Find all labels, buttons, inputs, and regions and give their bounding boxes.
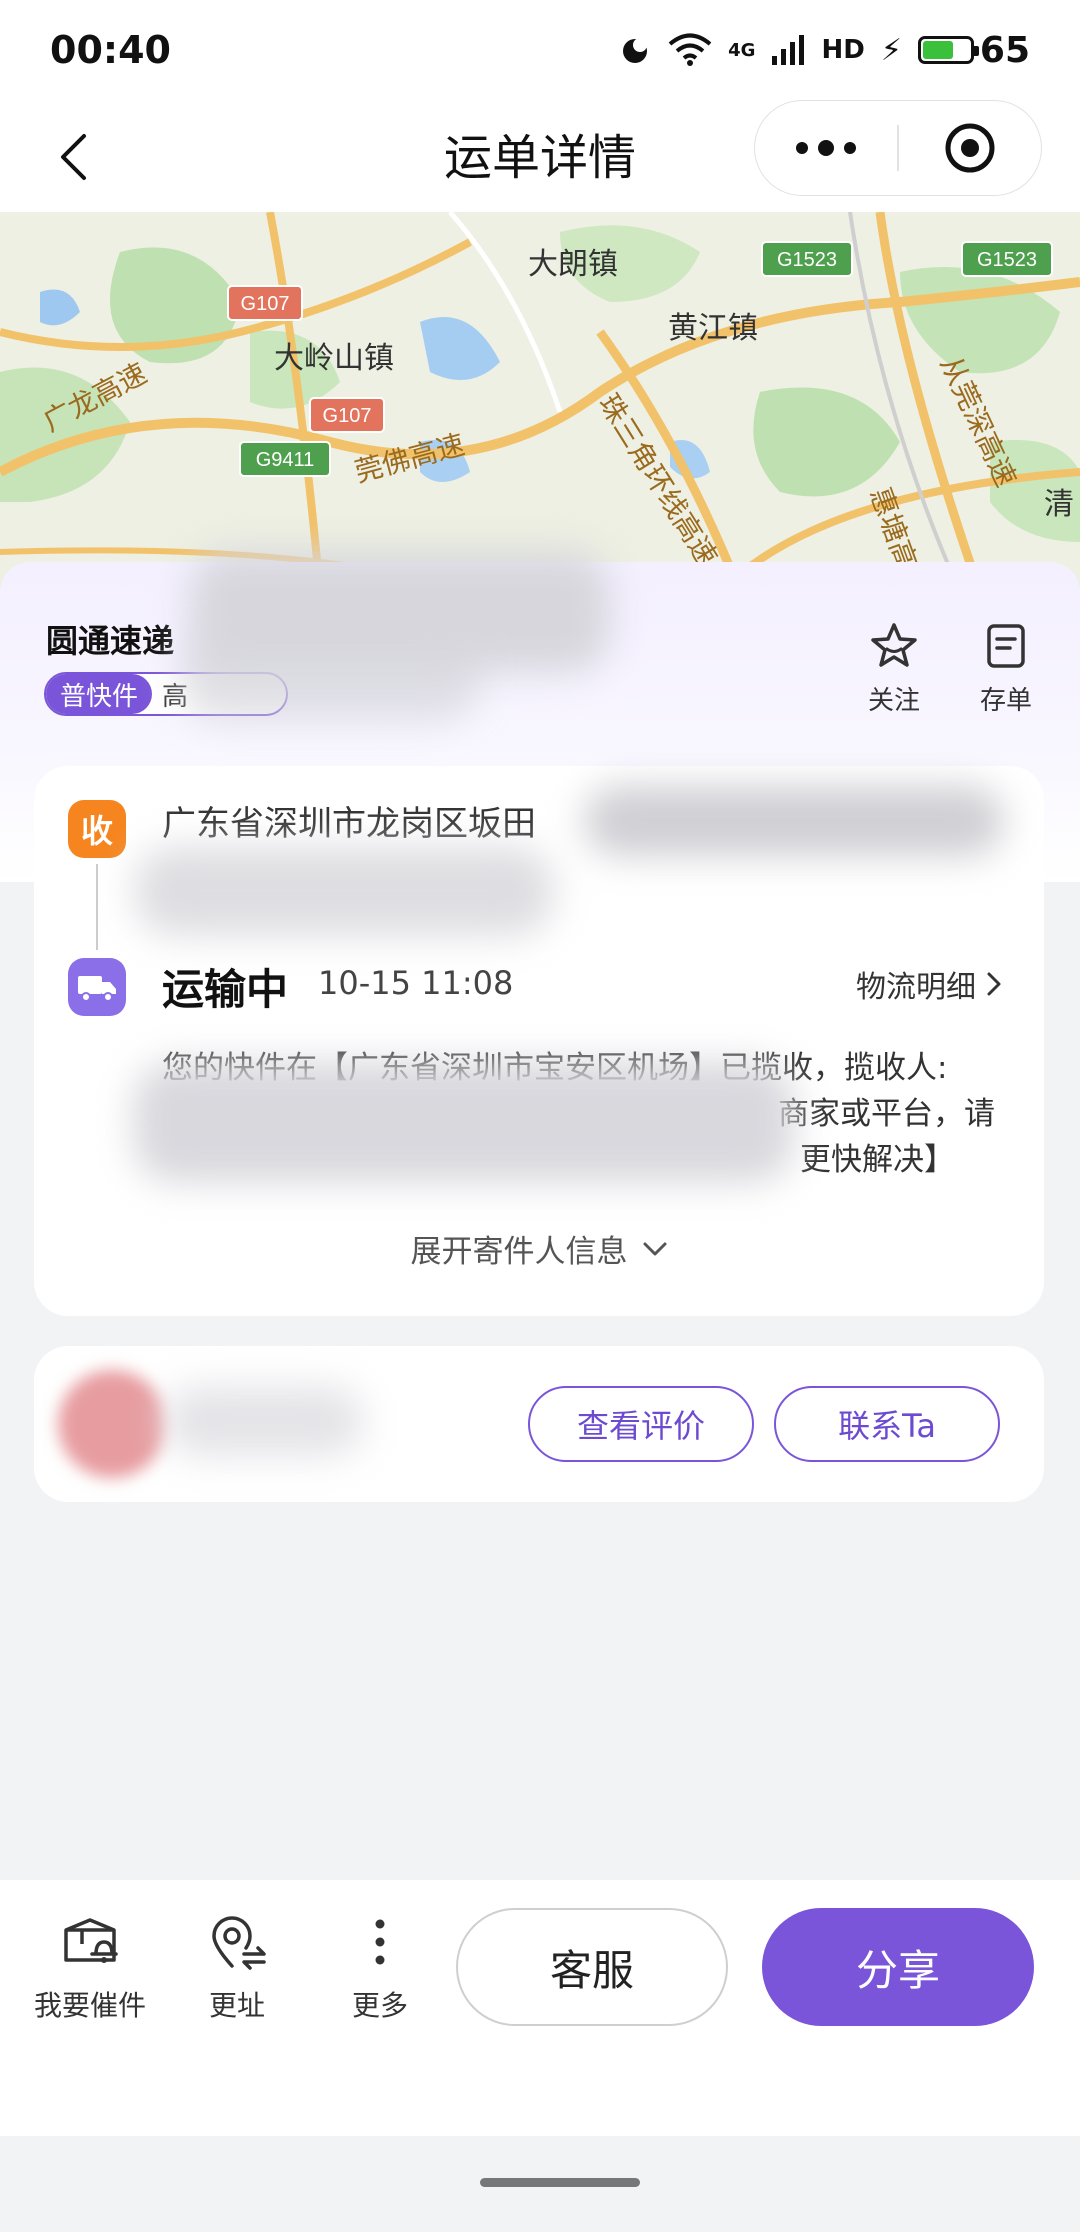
more-menu-button[interactable] xyxy=(755,101,897,195)
nav-bar: 运单详情 xyxy=(0,100,1080,214)
receiver-address: 广东省深圳市龙岗区坂田 xyxy=(162,804,536,844)
package-bell-icon xyxy=(64,1918,118,1963)
chevron-down-icon xyxy=(643,1242,666,1255)
save-order-button[interactable]: 存单 xyxy=(980,620,1032,717)
share-button[interactable]: 分享 xyxy=(762,1908,1034,2026)
network-type: 4G xyxy=(728,39,756,61)
svg-text:G9411: G9411 xyxy=(256,449,315,471)
home-indicator[interactable] xyxy=(480,2178,640,2187)
road-shield-g107-b: G107 xyxy=(309,397,385,433)
urge-delivery-label: 我要催件 xyxy=(34,1989,147,2022)
battery-percent: 65 xyxy=(979,29,1030,71)
redacted-tracking-number-2 xyxy=(180,632,480,722)
courier-avatar xyxy=(58,1370,166,1478)
urge-delivery-button[interactable]: 我要催件 xyxy=(34,1914,146,2024)
expand-sender-label: 展开寄件人信息 xyxy=(410,1234,628,1270)
location-swap-icon xyxy=(212,1916,266,1970)
close-miniprogram-button[interactable] xyxy=(899,101,1041,195)
vertical-dots-icon xyxy=(375,1919,385,1965)
svg-text:G1523: G1523 xyxy=(777,249,837,271)
follow-button[interactable]: 关注 xyxy=(868,620,920,717)
status-icons: 4G HD ⚡ 65 xyxy=(618,30,1030,71)
view-reviews-button[interactable]: 查看评价 xyxy=(528,1386,754,1462)
miniprogram-capsule xyxy=(754,100,1042,196)
customer-service-button[interactable]: 客服 xyxy=(456,1908,728,2026)
svg-text:G1523: G1523 xyxy=(977,249,1037,271)
target-icon xyxy=(945,123,995,173)
courier-card: 查看评价 联系Ta xyxy=(34,1346,1044,1502)
change-address-label: 更址 xyxy=(208,1989,265,2022)
truck-icon xyxy=(78,976,116,1002)
more-actions-button[interactable]: 更多 xyxy=(352,1914,408,2024)
redacted-receiver xyxy=(134,846,554,936)
status-time: 00:40 xyxy=(50,28,171,72)
road-shield-g107-a: G107 xyxy=(227,285,303,321)
tracking-message-line-2: 商家或平台，请 xyxy=(778,1096,995,1132)
logistics-detail-link[interactable]: 物流明细 xyxy=(856,962,1002,1006)
hd-icon: HD xyxy=(821,35,865,65)
status-bar: 00:40 4G HD ⚡ 65 xyxy=(0,0,1080,100)
transport-status-badge xyxy=(68,958,126,1016)
timeline-line xyxy=(96,864,98,950)
tracking-message-line-3: 更快解决】 xyxy=(800,1142,955,1178)
status-timestamp: 10-15 11:08 xyxy=(318,964,514,1002)
tracking-card: 收 广东省深圳市龙岗区坂田 运输中 10-15 11:08 物流明细 您的快件在… xyxy=(34,766,1044,1316)
route-map[interactable]: G107 G107 G9411 G1523 G1523 大朗镇 黄江镇 大岭山镇… xyxy=(0,212,1080,592)
star-icon xyxy=(871,623,917,667)
svg-text:大岭山镇: 大岭山镇 xyxy=(274,341,394,376)
battery: 65 xyxy=(917,29,1030,71)
svg-text:G107: G107 xyxy=(323,405,372,427)
redacted-courier-name xyxy=(164,1386,364,1456)
document-icon xyxy=(987,624,1025,668)
change-address-button[interactable]: 更址 xyxy=(206,1914,268,2024)
more-dots-icon xyxy=(796,140,857,156)
carrier-name: 圆通速递 xyxy=(46,622,175,660)
redacted-address xyxy=(584,786,1004,856)
save-order-label: 存单 xyxy=(980,686,1033,716)
svg-text:清: 清 xyxy=(1044,487,1074,522)
svg-text:黄江镇: 黄江镇 xyxy=(668,311,758,346)
road-shield-g9411: G9411 xyxy=(239,441,331,477)
service-type-tag: 普快件 xyxy=(46,674,153,714)
chevron-right-icon xyxy=(987,972,1001,996)
svg-text:G107: G107 xyxy=(241,293,290,315)
receive-badge: 收 xyxy=(68,800,126,858)
gesture-area xyxy=(0,2136,1080,2232)
svg-text:大朗镇: 大朗镇 xyxy=(528,247,618,282)
map-canvas: G107 G107 G9411 G1523 G1523 大朗镇 黄江镇 大岭山镇… xyxy=(0,212,1080,592)
wifi-icon xyxy=(668,33,712,66)
signal-icon xyxy=(772,35,805,65)
more-actions-label: 更多 xyxy=(352,1989,409,2022)
follow-label: 关注 xyxy=(868,686,921,716)
charging-icon: ⚡ xyxy=(880,32,902,68)
road-shield-g1523-a: G1523 xyxy=(761,241,853,277)
redacted-tracking-message xyxy=(134,1062,794,1182)
road-shield-g1523-b: G1523 xyxy=(961,241,1053,277)
alarm-icon xyxy=(623,38,648,63)
logistics-detail-label: 物流明细 xyxy=(856,970,976,1005)
contact-courier-button[interactable]: 联系Ta xyxy=(774,1386,1000,1462)
bottom-action-bar: 我要催件 更址 更多 客服 分享 xyxy=(0,1880,1080,2136)
expand-sender-info-button[interactable]: 展开寄件人信息 xyxy=(34,1226,1044,1271)
shipment-status: 运输中 xyxy=(162,965,289,1014)
